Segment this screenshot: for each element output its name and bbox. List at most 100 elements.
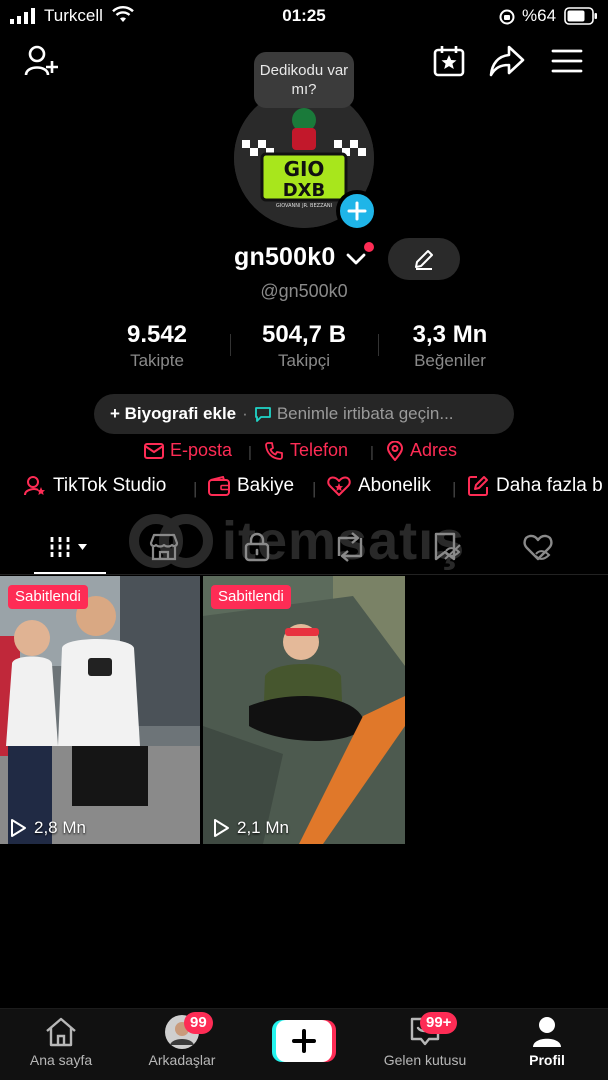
followers-count: 504,7 B xyxy=(261,321,347,348)
subscription-label: Abonelik xyxy=(358,475,431,496)
friends-badge: 99 xyxy=(184,1012,213,1034)
nav-profile-label: Profil xyxy=(529,1052,565,1068)
view-count: 2,1 Mn xyxy=(237,818,289,837)
bookmark-icon xyxy=(434,532,461,561)
edit-box-icon xyxy=(468,476,488,496)
username: @gn500k0 xyxy=(260,281,348,301)
tool-separator: | xyxy=(312,479,317,498)
shop-icon xyxy=(149,533,179,561)
following-label: Takipte xyxy=(130,351,184,370)
liked-tab[interactable] xyxy=(510,525,566,569)
calendar-button[interactable] xyxy=(428,40,470,82)
nav-home-label: Ana sayfa xyxy=(29,1052,93,1068)
email-link[interactable]: E-posta xyxy=(144,440,232,461)
battery-percent: %64 xyxy=(522,6,557,25)
bio-pill: + Biyografi ekle · Benimle irtibata geçi… xyxy=(94,394,514,434)
subscription-icon xyxy=(327,476,351,496)
play-icon xyxy=(214,819,229,837)
location-pin-icon xyxy=(386,440,404,461)
lock-icon xyxy=(244,532,270,562)
phone-label: Telefon xyxy=(290,440,349,460)
likes-label: Beğeniler xyxy=(414,351,486,370)
followers-label: Takipçi xyxy=(278,351,330,370)
video-frame-image xyxy=(203,576,405,844)
video-thumbnail[interactable] xyxy=(0,576,200,844)
bio-separator: · xyxy=(242,404,248,423)
share-icon xyxy=(489,45,525,77)
phone-icon xyxy=(265,441,283,460)
nav-friends-label: Arkadaşlar xyxy=(148,1052,216,1068)
inbox-badge: 99+ xyxy=(420,1012,458,1034)
view-count: 2,8 Mn xyxy=(34,818,86,837)
calendar-star-icon xyxy=(433,46,465,77)
video-views: 2,1 Mn xyxy=(211,818,289,838)
person-add-icon xyxy=(24,45,58,76)
heart-hidden-icon xyxy=(523,534,553,561)
grid-icon xyxy=(50,537,87,557)
mail-icon xyxy=(144,442,164,459)
nav-profile[interactable]: Profil xyxy=(492,1016,602,1068)
add-friend-button[interactable] xyxy=(20,40,62,82)
nav-home[interactable]: Ana sayfa xyxy=(6,1016,116,1068)
hamburger-menu-icon xyxy=(551,49,583,73)
stat-likes[interactable]: 3,3 Mn Beğeniler xyxy=(375,321,525,371)
balance-button[interactable]: Bakiye xyxy=(208,475,294,497)
share-profile-button[interactable] xyxy=(486,40,528,82)
repost-icon xyxy=(337,532,363,562)
address-link[interactable]: Adres xyxy=(386,440,457,461)
tooltip-bubble[interactable]: Dedikodu var mı? xyxy=(254,52,354,108)
email-label: E-posta xyxy=(170,440,233,460)
balance-label: Bakiye xyxy=(237,475,295,496)
profile-icon xyxy=(533,1017,561,1047)
contact-separator: | xyxy=(370,444,374,461)
stat-following[interactable]: 9.542 Takipte xyxy=(82,321,232,371)
stat-followers[interactable]: 504,7 B Takipçi xyxy=(229,321,379,371)
more-button[interactable]: Daha fazla b xyxy=(467,475,603,497)
create-button[interactable] xyxy=(272,1020,336,1062)
plus-icon xyxy=(347,201,367,221)
display-name[interactable]: gn500k0 xyxy=(234,243,335,272)
tool-separator: | xyxy=(452,479,457,498)
tiktok-studio-button[interactable]: TikTok Studio xyxy=(24,475,166,497)
subscription-button[interactable]: Abonelik xyxy=(327,475,431,497)
nav-friends[interactable]: Arkadaşlar xyxy=(127,1015,237,1068)
chevron-down-icon[interactable] xyxy=(346,252,366,266)
shop-tab[interactable] xyxy=(136,525,192,569)
tiktok-studio-label: TikTok Studio xyxy=(53,475,167,496)
following-count: 9.542 xyxy=(126,321,188,348)
tool-separator: | xyxy=(193,479,198,498)
add-bio-button[interactable]: + Biyografi ekle xyxy=(110,404,236,424)
home-icon xyxy=(46,1017,76,1047)
svg-text:GIO: GIO xyxy=(284,157,325,181)
more-label: Daha fazla b xyxy=(496,475,603,496)
svg-text:GIOVANNI JR. BEZZANI: GIOVANNI JR. BEZZANI xyxy=(276,203,332,209)
status-bar: Turkcell 01:25 %64 xyxy=(0,0,608,34)
video-views: 2,8 Mn xyxy=(8,818,86,838)
grid-tab[interactable] xyxy=(34,525,106,569)
tab-divider xyxy=(0,574,608,575)
battery-icon xyxy=(564,7,597,25)
create-plus-icon xyxy=(272,1020,336,1062)
add-story-button[interactable] xyxy=(336,190,378,232)
contact-me-button[interactable]: Benimle irtibata geçin... xyxy=(277,404,454,424)
play-icon xyxy=(11,819,26,837)
video-thumbnail[interactable] xyxy=(203,576,405,844)
private-tab[interactable] xyxy=(229,525,285,569)
pencil-icon xyxy=(415,250,433,270)
contact-separator: | xyxy=(248,444,252,461)
pinned-badge: Sabitlendi xyxy=(211,585,291,609)
svg-text:DXB: DXB xyxy=(283,180,326,201)
edit-profile-button[interactable] xyxy=(388,238,460,280)
nav-inbox-label: Gelen kutusu xyxy=(383,1052,467,1068)
wallet-icon xyxy=(208,476,230,496)
menu-button[interactable] xyxy=(546,40,588,82)
repost-tab[interactable] xyxy=(322,525,378,569)
saved-tab[interactable] xyxy=(418,525,474,569)
orientation-lock-icon xyxy=(499,9,515,25)
video-frame-image xyxy=(0,576,200,844)
address-label: Adres xyxy=(410,440,458,460)
studio-icon xyxy=(24,476,45,496)
clock: 01:25 xyxy=(282,6,326,25)
phone-link[interactable]: Telefon xyxy=(264,440,348,461)
likes-count: 3,3 Mn xyxy=(412,321,488,348)
